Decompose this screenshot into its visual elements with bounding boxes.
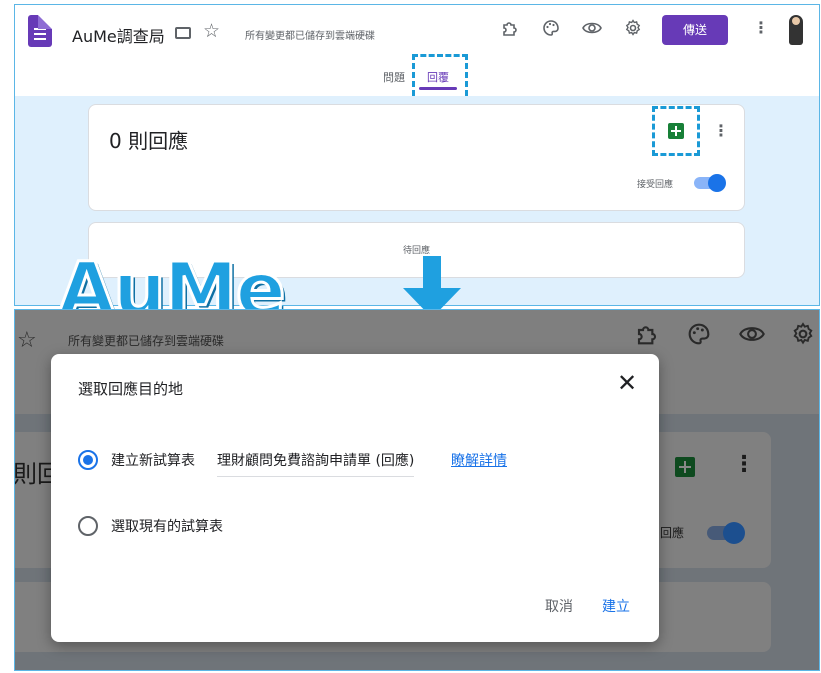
highlight-sheets-icon (652, 106, 700, 156)
response-count: 0 則回應 (109, 129, 189, 153)
learn-more-link[interactable]: 瞭解詳情 (451, 450, 507, 470)
folder-icon[interactable] (175, 27, 191, 39)
bottom-screenshot-panel: ☆ 所有變更都已儲存到雲端硬碟 則回 ⋮ 回應 選取回應目的地 ✕ 建立新試算表… (14, 309, 820, 671)
gear-icon[interactable] (624, 19, 642, 42)
close-icon[interactable]: ✕ (617, 370, 637, 396)
create-button[interactable]: 建立 (602, 596, 630, 616)
eye-icon (739, 322, 765, 352)
form-title[interactable]: AuMe調查局 (72, 23, 165, 47)
spreadsheet-name-field[interactable]: 理財顧問免費諮詢申請單 (回應) (217, 450, 415, 477)
addon-icon (635, 322, 659, 352)
responses-summary-card: 0 則回應 ⋮ 接受回應 (88, 104, 745, 211)
accept-responses-toggle (707, 522, 745, 544)
card-more-vert-icon: ⋮ (733, 452, 755, 477)
star-icon[interactable]: ☆ (203, 20, 220, 42)
new-spreadsheet-label[interactable]: 建立新試算表 (111, 450, 195, 470)
toggle-knob (723, 522, 745, 544)
more-vert-icon[interactable]: ⋮ (753, 18, 769, 37)
addon-icon[interactable] (501, 19, 519, 42)
select-destination-dialog: 選取回應目的地 ✕ 建立新試算表 理財顧問免費諮詢申請單 (回應) 瞭解詳情 選… (51, 354, 659, 642)
send-button[interactable]: 傳送 (662, 15, 728, 45)
card-more-vert-icon[interactable]: ⋮ (713, 121, 729, 140)
palette-icon[interactable] (542, 19, 560, 42)
eye-icon[interactable] (582, 19, 602, 42)
radio-existing-spreadsheet[interactable] (78, 516, 98, 536)
radio-new-spreadsheet[interactable] (78, 450, 98, 470)
existing-spreadsheet-label[interactable]: 選取現有的試算表 (111, 516, 223, 536)
sheets-icon (675, 457, 695, 477)
toggle-knob (708, 174, 726, 192)
star-icon: ☆ (17, 328, 37, 353)
avatar[interactable] (789, 15, 803, 45)
forms-logo-icon[interactable] (28, 15, 52, 47)
tab-questions[interactable]: 問題 (383, 69, 405, 85)
accept-responses-label: 回應 (660, 526, 685, 540)
palette-icon (687, 322, 711, 352)
accept-responses-toggle[interactable] (694, 174, 726, 192)
save-status: 所有變更都已儲存到雲端硬碟 (245, 31, 375, 42)
accept-responses-label: 接受回應 (637, 180, 674, 190)
cancel-button[interactable]: 取消 (545, 596, 573, 616)
dialog-title: 選取回應目的地 (78, 380, 184, 398)
save-status: 所有變更都已儲存到雲端硬碟 (68, 334, 225, 348)
gear-icon (791, 322, 815, 352)
